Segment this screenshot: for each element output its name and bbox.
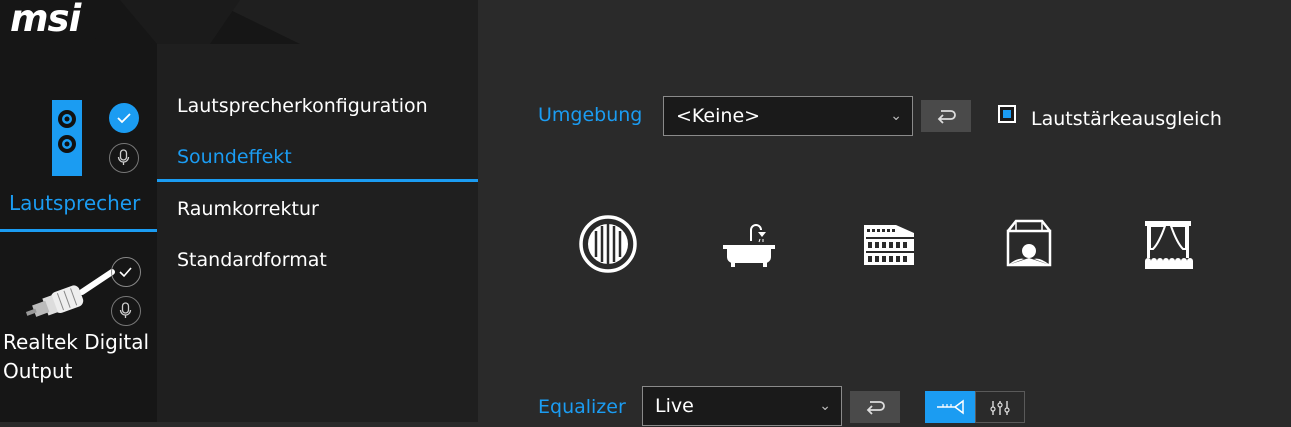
bathroom-icon[interactable] (717, 213, 779, 275)
rca-connector-icon (25, 269, 115, 317)
nav-item-room-correction[interactable]: Raumkorrektur (177, 198, 319, 220)
msi-logo: msi (10, 0, 81, 40)
undo-icon (866, 401, 885, 415)
default-device-check-icon[interactable] (109, 103, 139, 133)
equalizer-select[interactable]: Live ⌄ (642, 386, 842, 426)
equalizer-reset-button[interactable] (850, 391, 900, 423)
nav-item-speaker-config[interactable]: Lautsprecherkonfiguration (177, 95, 428, 117)
loudness-checkbox[interactable] (998, 105, 1016, 123)
device-active-indicator (0, 229, 157, 232)
sewer-pipe-icon[interactable] (577, 213, 639, 275)
environment-label: Umgebung (538, 104, 643, 126)
environment-reset-button[interactable] (921, 100, 971, 132)
stage-icon[interactable] (1137, 213, 1199, 275)
default-communication-mic-icon[interactable] (111, 296, 141, 326)
eq-preset-toggle-button[interactable] (925, 391, 975, 423)
default-communication-mic-icon[interactable] (109, 143, 139, 173)
sliders-icon (990, 401, 1010, 415)
chevron-down-icon: ⌄ (819, 398, 831, 414)
device-digital-output-label: Realtek Digital Output (3, 330, 150, 383)
default-device-check-icon[interactable] (111, 257, 141, 287)
environment-select[interactable]: <Keine> ⌄ (663, 96, 913, 136)
chevron-down-icon: ⌄ (890, 108, 902, 124)
speaker-icon (52, 100, 82, 176)
nav-item-default-format[interactable]: Standardformat (177, 249, 327, 271)
undo-icon (937, 110, 956, 124)
loudness-label: Lautstärkeausgleich (1031, 108, 1222, 130)
checkbox-mark (1003, 110, 1011, 118)
colosseum-icon[interactable] (858, 213, 920, 275)
arena-icon[interactable] (998, 213, 1060, 275)
nav-item-sound-effect[interactable]: Soundeffekt (177, 146, 292, 168)
equalizer-select-value: Live (655, 395, 694, 417)
eq-sliders-toggle-button[interactable] (975, 391, 1025, 423)
nav-active-indicator (157, 179, 478, 182)
equalizer-label: Equalizer (538, 396, 626, 418)
environment-select-value: <Keine> (676, 105, 761, 127)
trumpet-icon (937, 399, 964, 415)
device-speaker-label: Lautsprecher (9, 191, 141, 215)
